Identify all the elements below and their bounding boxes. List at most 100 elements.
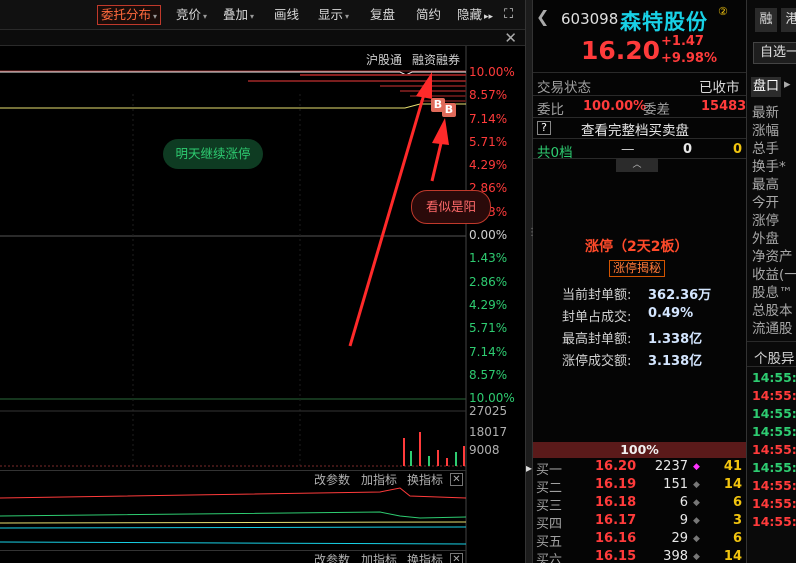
bid-volume: 2237: [654, 459, 688, 474]
bid-row: 买一 16.20 2237 ◆ 41: [533, 459, 746, 478]
margin-trading-link[interactable]: 融资融券: [412, 51, 460, 68]
field-label: 总股本: [752, 303, 793, 319]
switch-indicator-link[interactable]: 换指标: [407, 471, 443, 488]
divider: [747, 366, 796, 367]
tab-more-icon[interactable]: ▸: [784, 77, 791, 92]
tick-time: 14:55:3: [752, 424, 796, 439]
limit-up-reveal-button[interactable]: 涨停揭秘: [609, 260, 665, 277]
fullscreen-icon[interactable]: ⛶: [500, 5, 517, 25]
field-label: 最新: [752, 105, 779, 121]
hsgt-link[interactable]: 沪股通: [366, 51, 402, 68]
stat-label: 涨停成交额:: [562, 354, 632, 369]
stock-alert-header[interactable]: 个股异: [754, 347, 795, 367]
pct-label: 8.57%: [469, 368, 508, 382]
add-indicator-link[interactable]: 加指标: [361, 551, 397, 563]
pct-label: 4.29%: [469, 158, 508, 172]
diamond-icon: ◆: [693, 480, 700, 490]
field-label: 流通股: [752, 321, 793, 337]
pct-label-zero: 0.00%: [469, 228, 508, 242]
stat-label: 最高封单额:: [562, 332, 632, 347]
bid-row: 买五 16.16 29 ◆ 6: [533, 531, 746, 550]
field-label: 总手: [752, 141, 779, 157]
margin-button[interactable]: 融: [755, 8, 777, 32]
price-change-pct: +9.98%: [661, 51, 717, 66]
tab-pankou[interactable]: 盘口: [751, 77, 781, 97]
buy-b-icon[interactable]: B: [442, 103, 456, 117]
stat-value: 1.338亿: [648, 332, 703, 347]
volume-label: 18017: [469, 425, 508, 439]
bid-volume: 29: [671, 531, 688, 546]
diamond-icon: ◆: [693, 462, 700, 472]
expand-chevron-icon[interactable]: ︿: [616, 158, 658, 172]
toolbar-auction[interactable]: 竞价 ▾: [172, 5, 211, 25]
board-count-badge: ②: [718, 5, 728, 18]
toolbar-hide[interactable]: 隐藏 ▸▸: [453, 5, 497, 25]
bid-label: 买一: [536, 463, 563, 478]
double-arrow-icon: ▸▸: [484, 12, 494, 22]
pct-label: 10.00%: [469, 391, 515, 405]
stock-name[interactable]: 森特股份: [620, 6, 708, 36]
pct-label: 7.14%: [469, 112, 508, 126]
caret-down-icon: ▾: [203, 12, 208, 21]
panel-splitter[interactable]: ⋮ ▸: [525, 0, 537, 563]
stat-label: 封单占成交:: [562, 310, 632, 325]
field-label: 今开: [752, 195, 779, 211]
toolbar-order-distribution[interactable]: 委托分布 ▾: [97, 5, 162, 25]
collapse-arrow-icon[interactable]: ▸: [526, 461, 532, 475]
price-change: +1.47: [661, 34, 704, 49]
quote-panel: ❮ 603098 森特股份 ② 16.20 +1.47 +9.98% 交易状态 …: [533, 0, 746, 563]
toolbar-overlay[interactable]: 叠加 ▾: [219, 5, 258, 25]
bid-row: 买三 16.18 6 ◆ 6: [533, 495, 746, 514]
toolbar-replay[interactable]: 复盘: [366, 5, 399, 25]
chart-toolbar: 委托分布 ▾ 竞价 ▾ 叠加 ▾ 画线 显示 ▾ 复盘 简约 隐藏 ▸▸ ⛶: [0, 0, 525, 30]
trade-status-label: 交易状态: [537, 80, 591, 96]
caret-down-icon: ▾: [153, 12, 158, 21]
bid-volume: 9: [679, 513, 688, 528]
edit-params-link[interactable]: 改参数: [314, 471, 350, 488]
field-label: 股息™: [752, 285, 793, 301]
watchlist-select[interactable]: 自选一: [753, 42, 796, 64]
bid-row: 买六 16.15 398 ◆ 14: [533, 549, 746, 563]
close-icon[interactable]: ✕: [504, 29, 517, 47]
divider: [533, 95, 746, 96]
caret-down-icon: ▾: [250, 12, 255, 21]
close-indicator-icon[interactable]: ✕: [450, 473, 463, 486]
hk-button[interactable]: 港: [781, 8, 796, 32]
total-value-2: 0: [733, 142, 743, 157]
switch-indicator-link[interactable]: 换指标: [407, 551, 443, 563]
chart-subbar: [0, 30, 525, 46]
toolbar-hide-label: 隐藏: [457, 7, 483, 22]
bid-count: 6: [732, 495, 742, 510]
indicator1-header: 改参数 加指标 换指标 ✕: [0, 470, 466, 488]
view-full-order-book-link[interactable]: 查看完整档买卖盘: [581, 119, 689, 139]
close-indicator-icon[interactable]: ✕: [450, 553, 463, 563]
back-arrow-icon[interactable]: ❮: [536, 7, 549, 26]
toolbar-draw-line[interactable]: 画线: [270, 5, 303, 25]
avg-price-line: [0, 103, 466, 109]
edit-params-link[interactable]: 改参数: [314, 551, 350, 563]
note-bubble-continue-limit[interactable]: 明天继续涨停: [163, 139, 263, 169]
diamond-icon: ◆: [693, 534, 700, 544]
bid-label: 买二: [536, 481, 563, 496]
add-indicator-link[interactable]: 加指标: [361, 471, 397, 488]
buy-ratio-bar: 100%: [533, 442, 746, 458]
bid-price: 16.15: [595, 549, 637, 563]
volume-bars: [403, 432, 465, 466]
bid-label: 买三: [536, 499, 563, 514]
bid-row: 买二 16.19 151 ◆ 14: [533, 477, 746, 496]
toolbar-display[interactable]: 显示 ▾: [314, 5, 353, 25]
toolbar-simple[interactable]: 简约: [412, 5, 445, 25]
weicha-label: 委差: [643, 102, 670, 118]
stock-code: 603098: [561, 10, 619, 28]
divider: [533, 117, 746, 118]
stat-label: 当前封单额:: [562, 288, 632, 303]
tick-time: 14:55:5: [752, 514, 796, 529]
weibi-label: 委比: [537, 102, 564, 118]
tick-time: 14:55:1: [752, 370, 796, 385]
bid-count: 41: [723, 459, 742, 474]
note-bubble-looks-like[interactable]: 看似是阳: [411, 190, 491, 224]
pct-label: 5.71%: [469, 135, 508, 149]
toolbar-auction-label: 竞价: [176, 7, 202, 22]
divider: [747, 341, 796, 342]
help-icon[interactable]: ?: [537, 121, 551, 135]
